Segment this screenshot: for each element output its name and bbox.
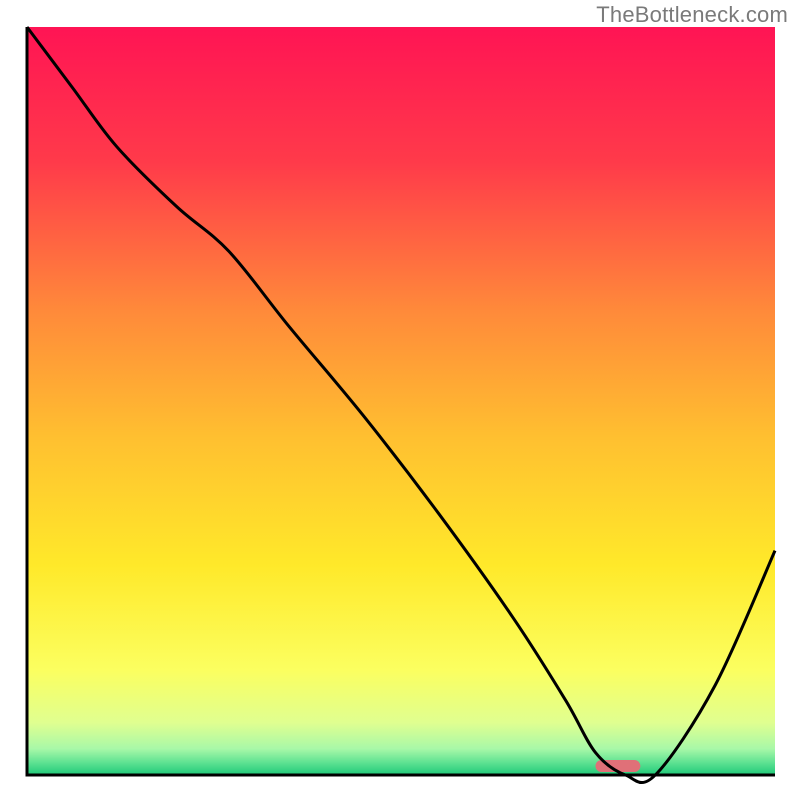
chart-container: TheBottleneck.com xyxy=(0,0,800,800)
plot-background xyxy=(27,27,775,775)
watermark-text: TheBottleneck.com xyxy=(596,2,788,28)
bottleneck-chart xyxy=(0,0,800,800)
